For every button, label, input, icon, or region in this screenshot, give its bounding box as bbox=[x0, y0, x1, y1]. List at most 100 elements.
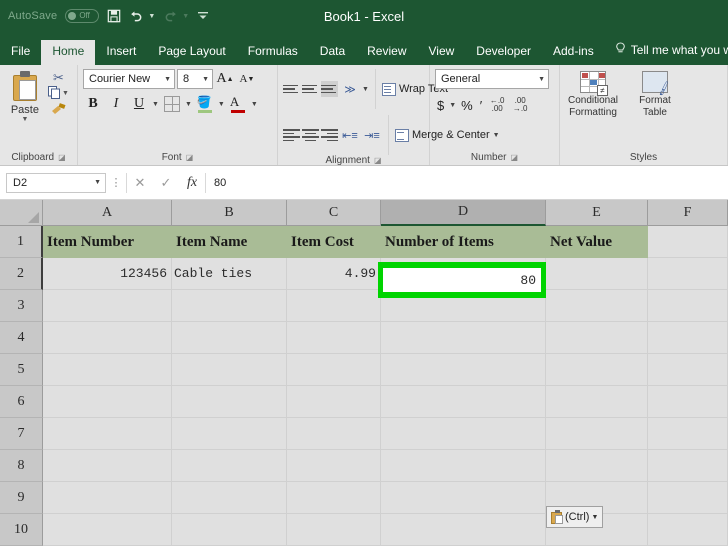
cell-a10[interactable] bbox=[43, 514, 172, 546]
cell-d8[interactable] bbox=[381, 450, 546, 482]
cell-b6[interactable] bbox=[172, 386, 287, 418]
italic-button[interactable]: I bbox=[106, 94, 126, 114]
align-center-button[interactable] bbox=[302, 127, 319, 143]
cell-d10[interactable] bbox=[381, 514, 546, 546]
accounting-dropdown-icon[interactable]: ▼ bbox=[449, 102, 456, 109]
cell-c9[interactable] bbox=[287, 482, 381, 514]
cell-b10[interactable] bbox=[172, 514, 287, 546]
cell-c3[interactable] bbox=[287, 290, 381, 322]
row-header-2[interactable]: 2 bbox=[0, 258, 43, 290]
row-header-4[interactable]: 4 bbox=[0, 322, 43, 354]
cell-e3[interactable] bbox=[546, 290, 648, 322]
cell-a1[interactable]: Item Number bbox=[43, 226, 172, 258]
tab-home[interactable]: Home bbox=[41, 40, 96, 65]
cell-f4[interactable] bbox=[648, 322, 728, 354]
row-header-5[interactable]: 5 bbox=[0, 354, 43, 386]
font-size-combo[interactable]: 8 ▼ bbox=[177, 69, 213, 89]
format-as-table-button[interactable]: 🖌 Format Table bbox=[627, 71, 683, 119]
cell-b4[interactable] bbox=[172, 322, 287, 354]
cell-b5[interactable] bbox=[172, 354, 287, 386]
cell-a6[interactable] bbox=[43, 386, 172, 418]
comma-format-button[interactable]: ′ bbox=[478, 98, 484, 113]
cell-d7[interactable] bbox=[381, 418, 546, 450]
increase-font-size-button[interactable]: A ▲ bbox=[215, 69, 235, 89]
cell-a5[interactable] bbox=[43, 354, 172, 386]
cell-c10[interactable] bbox=[287, 514, 381, 546]
borders-dropdown-icon[interactable]: ▼ bbox=[185, 101, 192, 108]
percent-format-button[interactable]: % bbox=[459, 98, 475, 113]
cell-c1[interactable]: Item Cost bbox=[287, 226, 381, 258]
autosave-toggle[interactable]: Off bbox=[65, 9, 100, 23]
fill-color-button[interactable]: 🪣 bbox=[195, 94, 215, 114]
tab-developer[interactable]: Developer bbox=[465, 40, 542, 65]
active-cell-highlight[interactable]: 80 bbox=[378, 262, 546, 298]
number-dialog-launcher-icon[interactable]: ◪ bbox=[511, 153, 519, 162]
undo-dropdown-icon[interactable]: ▼ bbox=[148, 13, 155, 20]
column-header-b[interactable]: B bbox=[172, 200, 287, 226]
name-box-dropdown-icon[interactable]: ▼ bbox=[94, 179, 101, 186]
tab-add-ins[interactable]: Add-ins bbox=[542, 40, 605, 65]
cell-b3[interactable] bbox=[172, 290, 287, 322]
cell-d5[interactable] bbox=[381, 354, 546, 386]
formula-bar-expand-icon[interactable]: ⋮ bbox=[106, 176, 126, 189]
column-header-a[interactable]: A bbox=[43, 200, 172, 226]
cell-e7[interactable] bbox=[546, 418, 648, 450]
cell-c5[interactable] bbox=[287, 354, 381, 386]
cell-e6[interactable] bbox=[546, 386, 648, 418]
align-left-button[interactable] bbox=[283, 127, 300, 143]
cell-a4[interactable] bbox=[43, 322, 172, 354]
cell-f2[interactable] bbox=[648, 258, 728, 290]
row-header-10[interactable]: 10 bbox=[0, 514, 43, 546]
cell-c7[interactable] bbox=[287, 418, 381, 450]
tell-me-search[interactable]: Tell me what you wa bbox=[605, 42, 728, 65]
font-color-dropdown-icon[interactable]: ▼ bbox=[251, 101, 258, 108]
cancel-icon[interactable]: ✕ bbox=[127, 175, 153, 191]
cell-f10[interactable] bbox=[648, 514, 728, 546]
cell-f3[interactable] bbox=[648, 290, 728, 322]
cell-f5[interactable] bbox=[648, 354, 728, 386]
borders-button[interactable] bbox=[162, 94, 182, 114]
tab-review[interactable]: Review bbox=[356, 40, 417, 65]
increase-indent-button[interactable]: ⇥≡ bbox=[362, 125, 382, 145]
accounting-format-button[interactable]: $ bbox=[435, 98, 446, 113]
align-bottom-button[interactable] bbox=[321, 81, 338, 97]
fill-color-dropdown-icon[interactable]: ▼ bbox=[218, 101, 225, 108]
paste-dropdown-icon[interactable]: ▼ bbox=[21, 116, 28, 123]
cell-d4[interactable] bbox=[381, 322, 546, 354]
tab-view[interactable]: View bbox=[418, 40, 466, 65]
clipboard-dialog-launcher-icon[interactable]: ◪ bbox=[58, 153, 66, 162]
cell-f8[interactable] bbox=[648, 450, 728, 482]
cell-d6[interactable] bbox=[381, 386, 546, 418]
customize-qat-icon[interactable] bbox=[197, 10, 209, 22]
row-header-8[interactable]: 8 bbox=[0, 450, 43, 482]
underline-button[interactable]: U bbox=[129, 94, 149, 114]
tab-formulas[interactable]: Formulas bbox=[237, 40, 309, 65]
alignment-dialog-launcher-icon[interactable]: ◪ bbox=[374, 156, 382, 165]
orientation-button[interactable]: ≫ bbox=[340, 79, 360, 99]
cell-e5[interactable] bbox=[546, 354, 648, 386]
decrease-font-size-button[interactable]: A ▼ bbox=[237, 69, 257, 89]
cell-c4[interactable] bbox=[287, 322, 381, 354]
redo-dropdown-icon[interactable]: ▼ bbox=[182, 13, 189, 20]
cell-f6[interactable] bbox=[648, 386, 728, 418]
redo-icon[interactable] bbox=[163, 10, 178, 23]
cell-b2[interactable]: Cable ties bbox=[172, 258, 287, 290]
name-box[interactable]: D2 ▼ bbox=[6, 172, 106, 193]
cell-a8[interactable] bbox=[43, 450, 172, 482]
cell-f9[interactable] bbox=[648, 482, 728, 514]
format-painter-icon[interactable] bbox=[51, 103, 66, 117]
row-header-3[interactable]: 3 bbox=[0, 290, 43, 322]
column-header-e[interactable]: E bbox=[546, 200, 648, 226]
font-name-dropdown-icon[interactable]: ▼ bbox=[164, 76, 171, 83]
cell-a3[interactable] bbox=[43, 290, 172, 322]
paste-button[interactable]: Paste ▼ bbox=[5, 69, 45, 123]
insert-function-icon[interactable]: fx bbox=[179, 175, 205, 191]
cell-f7[interactable] bbox=[648, 418, 728, 450]
formula-input[interactable]: 80 bbox=[206, 172, 728, 194]
cell-b9[interactable] bbox=[172, 482, 287, 514]
cell-e2[interactable] bbox=[546, 258, 648, 290]
tab-data[interactable]: Data bbox=[309, 40, 356, 65]
conditional-formatting-button[interactable]: ≠ Conditional Formatting bbox=[565, 71, 621, 119]
number-format-combo[interactable]: General ▼ bbox=[435, 69, 549, 89]
cell-a7[interactable] bbox=[43, 418, 172, 450]
